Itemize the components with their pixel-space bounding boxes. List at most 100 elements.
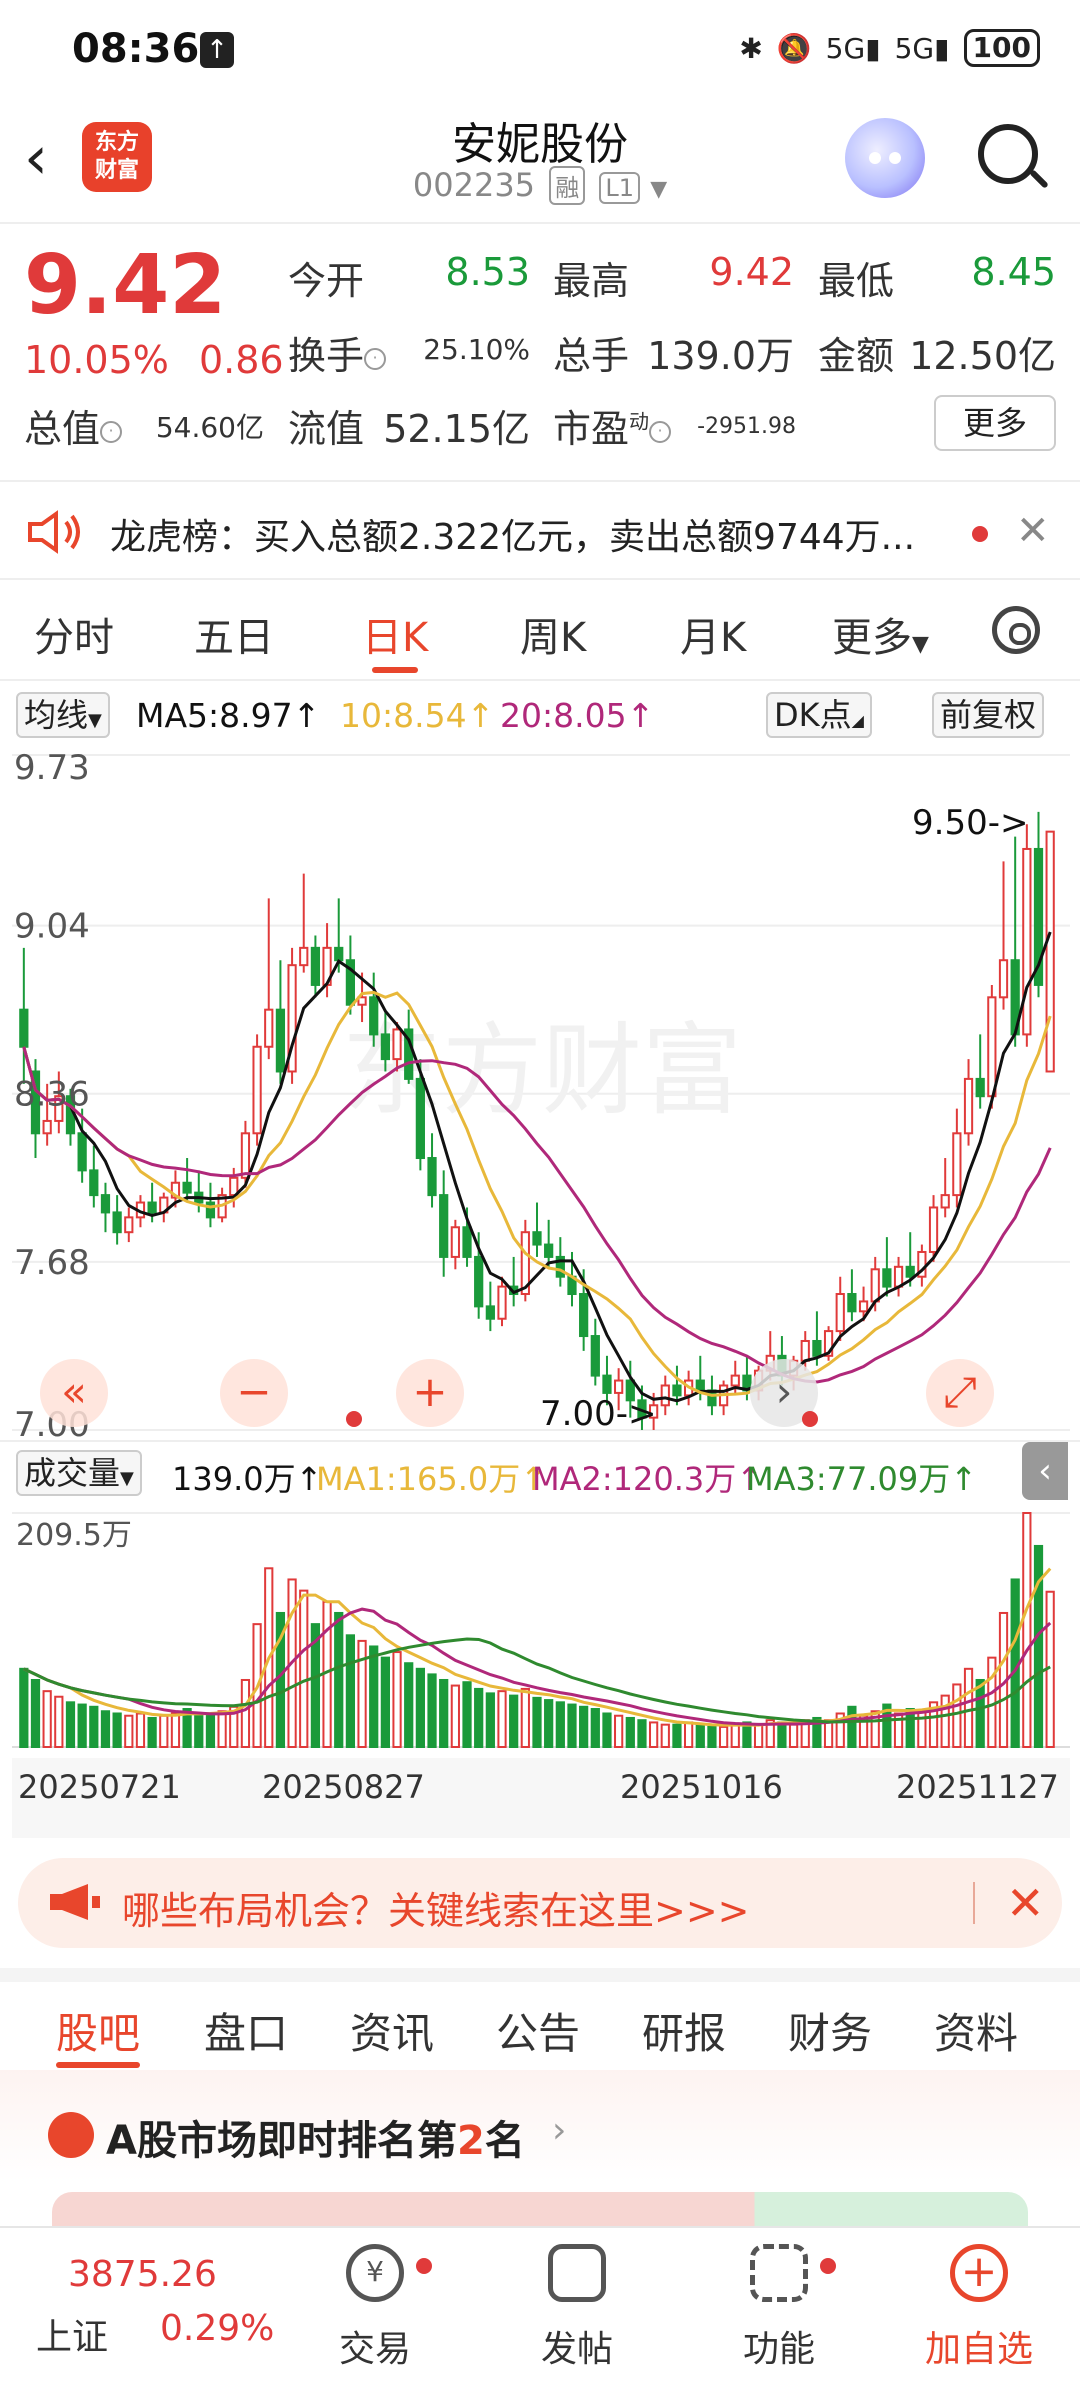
candle-body	[205, 1201, 216, 1219]
candle-body	[474, 1255, 484, 1308]
candle-body	[77, 1132, 87, 1172]
volume-bar	[625, 1716, 635, 1748]
tab-pankou[interactable]: 盘口	[204, 2000, 288, 2061]
tab-guba[interactable]: 股吧	[56, 2000, 141, 2068]
volume-bar	[485, 1692, 495, 1748]
volume-bar	[509, 1694, 519, 1749]
dropdown-icon[interactable]: ▼	[650, 177, 667, 202]
chart-period-tabs: 分时 五日 日K 周K 月K 更多▼	[0, 585, 1080, 681]
search-icon[interactable]	[978, 124, 1038, 184]
turnover-value: 25.10%	[423, 333, 530, 366]
zoom-in-button[interactable]: +	[396, 1359, 464, 1427]
volume-bar	[660, 1723, 670, 1749]
candle-body	[602, 1374, 612, 1394]
stock-header: ‹ 东方 财富 安妮股份 002235 融 L1 ▼	[0, 100, 1080, 224]
volume-bar	[345, 1634, 356, 1749]
zoom-out-button[interactable]: −	[220, 1359, 288, 1427]
candle-body	[100, 1194, 111, 1214]
volume-bar	[19, 1667, 29, 1748]
volume-bar	[100, 1710, 111, 1748]
promo-banner[interactable]: 哪些布局机会？关键线索在这里>>> ✕	[18, 1858, 1062, 1948]
volume-bar	[579, 1705, 589, 1748]
signal-icon-2: 5G▮	[894, 31, 950, 65]
candle-body	[672, 1384, 682, 1397]
tab-weekly-k[interactable]: 周K	[520, 605, 586, 663]
candle-body	[975, 1077, 985, 1098]
candle-body	[310, 946, 321, 986]
more-quote-button[interactable]: 更多	[934, 395, 1056, 451]
volume-indicator-selector[interactable]: 成交量▼	[16, 1450, 142, 1496]
low-label: 最低	[818, 259, 895, 303]
event-dot[interactable]	[346, 1411, 362, 1427]
pe-label[interactable]: 市盈动 ·	[553, 398, 672, 453]
tab-news[interactable]: 资讯	[350, 2000, 434, 2061]
fullscreen-icon[interactable]: ⤢	[926, 1359, 994, 1427]
candle-body	[19, 1008, 29, 1048]
volume-bar	[112, 1712, 122, 1749]
news-ticker[interactable]: 龙虎榜：买入总额2.322亿元，卖出总额9744万... ✕	[0, 480, 1080, 580]
volume-bar	[1022, 1512, 1032, 1748]
gear-icon[interactable]	[992, 606, 1040, 654]
tab-announcements[interactable]: 公告	[496, 2000, 580, 2061]
mute-icon: 🔕	[776, 31, 812, 65]
tab-research[interactable]: 研报	[642, 2000, 726, 2061]
open-value: 8.53	[445, 250, 530, 294]
event-dot[interactable]	[802, 1411, 818, 1427]
tab-intraday[interactable]: 分时	[34, 605, 114, 663]
volume-bar	[334, 1611, 344, 1749]
volume-bar	[590, 1708, 600, 1748]
rank-card[interactable]: A股市场即时排名第2名 ›	[0, 2070, 1080, 2232]
close-icon[interactable]: ✕	[1016, 508, 1050, 554]
date-axis: 20250721 20250827 20251016 20251127	[12, 1758, 1070, 1838]
margin-tag: 融	[549, 166, 586, 205]
collapse-panel-icon[interactable]: ‹	[1022, 1442, 1068, 1500]
app-root: 08:36 ↑ ✱ 🔕 5G▮ 5G▮ 100 ‹ 东方 财富 安妮股份 002…	[0, 0, 1080, 2400]
volume-bar	[462, 1681, 472, 1748]
volume-bar	[649, 1721, 659, 1748]
candlestick-chart[interactable]: 东方财富 9.739.048.367.687.00 9.50-> 7.00->	[12, 745, 1070, 1440]
indicator-selector[interactable]: 均线▼	[16, 692, 110, 738]
close-icon[interactable]: ✕	[1006, 1876, 1045, 1930]
adjust-button[interactable]: 前复权	[932, 692, 1045, 738]
nav-post[interactable]: 发帖	[502, 2244, 652, 2372]
candle-body	[905, 1265, 915, 1278]
candle-body	[987, 996, 997, 1098]
candle-body	[998, 959, 1009, 999]
candle-body	[1022, 847, 1032, 1036]
volume-bar	[672, 1723, 682, 1749]
tab-profile[interactable]: 资料	[934, 2000, 1018, 2061]
info-icon: ·	[100, 420, 123, 443]
level-tag[interactable]: L1	[599, 172, 641, 204]
bottom-nav: 3875.26 上证 0.29% ¥ 交易 发帖 功能 + 加自选	[0, 2226, 1080, 2400]
volume-bar	[380, 1656, 390, 1748]
scroll-left-button[interactable]: «	[40, 1359, 108, 1427]
volume-bar	[975, 1678, 985, 1748]
mktcap-label[interactable]: 总值 ·	[24, 398, 123, 453]
index-value: 3875.26	[68, 2254, 217, 2295]
date-label: 20251127	[896, 1768, 1059, 1806]
tab-monthly-k[interactable]: 月K	[680, 605, 746, 663]
volume-value: 139.0万	[647, 334, 794, 378]
yen-icon: ¥	[346, 2244, 404, 2302]
status-bar: 08:36 ↑ ✱ 🔕 5G▮ 5G▮ 100	[0, 0, 1080, 100]
tab-finance[interactable]: 财务	[788, 2000, 872, 2061]
y-tick-label: 7.68	[14, 1243, 90, 1283]
candle-body	[812, 1339, 822, 1357]
tab-more[interactable]: 更多▼	[832, 605, 929, 663]
news-text: 龙虎榜：买入总额2.322亿元，卖出总额9744万...	[110, 517, 916, 558]
nav-add-watchlist[interactable]: + 加自选	[904, 2244, 1054, 2372]
volume-chart[interactable]: 209.5万	[12, 1505, 1070, 1755]
battery-icon: 100	[963, 29, 1040, 67]
change-amount: 0.86	[199, 338, 284, 382]
dk-point-button[interactable]: DK点◢	[766, 692, 872, 738]
date-label: 20250721	[18, 1768, 181, 1806]
volume-bar	[450, 1684, 460, 1749]
tab-daily-k[interactable]: 日K	[362, 605, 428, 673]
rank-text: A股市场即时排名第2名	[106, 2118, 525, 2164]
tab-five-day[interactable]: 五日	[194, 605, 274, 663]
high-marker: 9.50->	[912, 803, 1028, 843]
robot-assistant-icon[interactable]	[845, 118, 925, 198]
volume-bar	[823, 1719, 834, 1748]
turnover-label[interactable]: 换手 ·	[288, 325, 387, 380]
candle-body	[240, 1132, 251, 1179]
